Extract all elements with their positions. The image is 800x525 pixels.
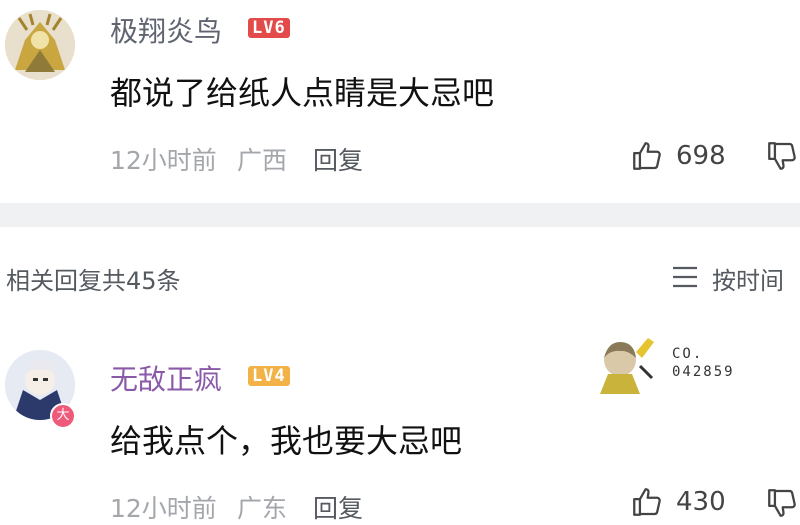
section-divider: [0, 203, 800, 227]
comment-location: 广东: [237, 494, 288, 523]
comment-location: 广西: [237, 146, 288, 175]
comment-time: 12小时前: [110, 494, 217, 523]
thumbs-up-icon: [633, 142, 661, 170]
level-badge: LV4: [248, 366, 290, 386]
comment-text: 给我点个，我也要大忌吧: [110, 422, 463, 460]
dislike-button[interactable]: [765, 139, 799, 173]
character-sticker-icon: [600, 338, 654, 394]
reply-button[interactable]: 回复: [313, 489, 363, 525]
pendant-text-2: 042859: [672, 364, 735, 380]
comment-text: 都说了给纸人点睛是大忌吧: [110, 74, 495, 112]
reply-button[interactable]: 回复: [313, 141, 363, 177]
username[interactable]: 极翔炎鸟: [110, 10, 222, 50]
level-badge: LV6: [248, 18, 290, 38]
pendant-decoration: CO. 042859: [590, 336, 800, 396]
sort-button[interactable]: 按时间: [670, 258, 800, 295]
pendant-text-1: CO.: [672, 346, 704, 362]
like-count: 698: [676, 141, 726, 171]
thumbs-down-icon: [768, 142, 796, 170]
thumbs-down-icon: [768, 489, 796, 517]
like-count: 430: [676, 487, 726, 517]
menu-lines-icon: [673, 266, 697, 288]
avatar-badge: 大: [50, 403, 76, 429]
comment-time: 12小时前: [110, 146, 217, 175]
dislike-button[interactable]: [765, 486, 799, 518]
thumbs-up-icon: [633, 488, 661, 516]
like-button[interactable]: 430: [630, 484, 730, 518]
like-button[interactable]: 698: [630, 138, 730, 174]
level-badge-label: LV4: [248, 366, 290, 386]
sort-label: 按时间: [712, 267, 784, 295]
username[interactable]: 无敌正疯: [110, 358, 222, 398]
replies-count: 相关回复共45条: [6, 267, 181, 295]
level-badge-label: LV6: [248, 18, 290, 38]
avatar[interactable]: [5, 10, 75, 80]
avatar-badge-label: 大: [56, 408, 70, 423]
